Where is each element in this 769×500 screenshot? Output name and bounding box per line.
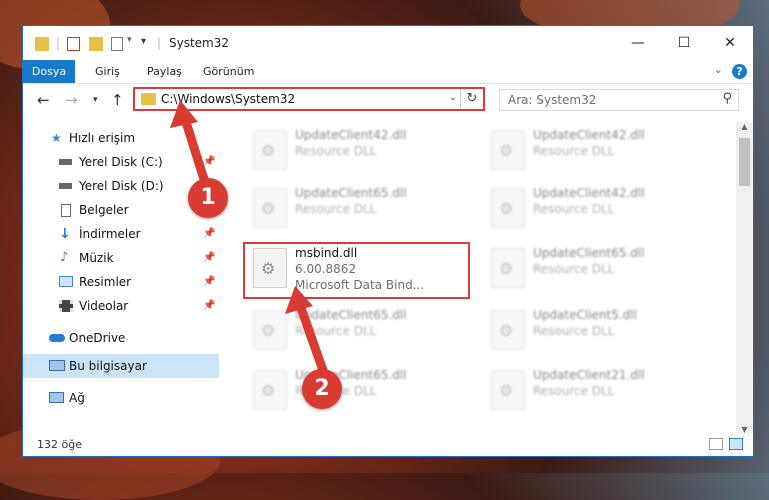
drive-icon xyxy=(59,159,72,165)
dll-file-icon xyxy=(491,370,525,410)
dll-file-icon xyxy=(253,130,287,170)
navigation-bar: ← → ▾ ↑ C:\Windows\System32 ⌄ ↻ Ara: Sys… xyxy=(23,84,753,120)
forward-button[interactable]: → xyxy=(65,91,78,109)
window-title: System32 xyxy=(169,36,230,50)
dll-file-icon xyxy=(491,310,525,350)
expand-ribbon-icon[interactable]: ⌄ xyxy=(714,63,723,76)
file-item[interactable]: UpdateClient65.dll Resource DLL xyxy=(485,244,715,294)
cloud-icon xyxy=(49,334,65,342)
explorer-window: | ▾ ▾ | System32 — ☐ ✕ Dosya Giriş Payla… xyxy=(22,25,754,457)
maximize-button[interactable]: ☐ xyxy=(661,26,707,60)
recent-locations-icon[interactable]: ▾ xyxy=(93,95,98,105)
quick-access-toolbar-dropdown-icon[interactable]: ▾ xyxy=(141,36,146,47)
up-button[interactable]: ↑ xyxy=(111,91,124,109)
pin-icon[interactable]: 📌 xyxy=(203,294,215,318)
sidebar-item-this-pc[interactable]: Bu bilgisayar xyxy=(23,354,219,378)
highlight-box xyxy=(243,242,470,299)
properties-icon[interactable] xyxy=(67,37,80,51)
file-item[interactable]: UpdateClient42.dll Resource DLL xyxy=(485,184,715,234)
network-icon xyxy=(49,392,64,403)
status-bar: 132 öğe xyxy=(23,434,753,456)
scroll-up-icon[interactable]: ▲ xyxy=(736,122,753,131)
pin-icon[interactable]: 📌 xyxy=(203,246,215,270)
music-icon: ♪ xyxy=(60,250,69,265)
file-item[interactable]: UpdateClient42.dll Resource DLL xyxy=(247,126,477,176)
vertical-scrollbar[interactable]: ▲ ▼ xyxy=(736,122,753,434)
pin-icon[interactable]: 📌 xyxy=(203,222,215,246)
tab-share[interactable]: Paylaş xyxy=(147,60,182,83)
ribbon: Dosya Giriş Paylaş Görünüm ⌄ ? xyxy=(23,60,753,84)
file-item[interactable]: UpdateClient21.dll Resource DLL xyxy=(485,366,715,416)
pictures-icon xyxy=(59,276,73,287)
tab-view[interactable]: Görünüm xyxy=(203,60,254,83)
close-button[interactable]: ✕ xyxy=(707,26,753,60)
dll-file-icon xyxy=(253,310,287,350)
sidebar-item-videos[interactable]: Videolar 📌 xyxy=(23,294,219,318)
tab-home[interactable]: Giriş xyxy=(95,60,120,83)
documents-icon xyxy=(61,204,71,217)
sidebar-item-pictures[interactable]: Resimler 📌 xyxy=(23,270,219,294)
pin-icon[interactable]: 📌 xyxy=(203,270,215,294)
tab-file[interactable]: Dosya xyxy=(23,60,75,83)
dll-file-icon xyxy=(491,130,525,170)
new-folder-icon[interactable] xyxy=(89,37,103,51)
dll-file-icon xyxy=(253,370,287,410)
sidebar-item-music[interactable]: ♪ Müzik 📌 xyxy=(23,246,219,270)
folder-icon xyxy=(141,93,156,105)
item-count: 132 öğe xyxy=(37,438,82,451)
chevron-down-icon[interactable]: ⌄ xyxy=(449,92,457,103)
sidebar-item-network[interactable]: Ağ xyxy=(23,386,219,410)
minimize-button[interactable]: — xyxy=(615,26,661,60)
large-icons-view-icon[interactable] xyxy=(729,438,743,450)
folder-icon[interactable] xyxy=(35,37,49,51)
file-item[interactable]: UpdateClient65.dll Resource DLL xyxy=(247,366,477,416)
scroll-down-icon[interactable]: ▼ xyxy=(736,425,753,434)
search-input[interactable]: Ara: System32 ⚲ xyxy=(499,89,739,111)
scroll-thumb[interactable] xyxy=(739,138,750,186)
sidebar-item-onedrive[interactable]: OneDrive xyxy=(23,326,219,350)
search-icon: ⚲ xyxy=(722,91,732,106)
separator: | xyxy=(157,36,162,50)
file-item[interactable]: UpdateClient65.dll Resource DLL xyxy=(247,306,477,356)
back-button[interactable]: ← xyxy=(37,91,50,109)
dll-file-icon xyxy=(253,188,287,228)
sidebar-item-downloads[interactable]: ↓ İndirmeler 📌 xyxy=(23,222,219,246)
videos-icon xyxy=(59,300,73,312)
chevron-down-icon[interactable]: ▾ xyxy=(127,35,132,45)
help-icon[interactable]: ? xyxy=(732,64,747,79)
dll-file-icon xyxy=(491,188,525,228)
search-placeholder: Ara: System32 xyxy=(508,93,597,107)
title-bar: | ▾ ▾ | System32 — ☐ ✕ xyxy=(23,26,753,60)
file-item[interactable]: UpdateClient42.dll Resource DLL xyxy=(485,126,715,176)
separator: | xyxy=(56,36,61,50)
step-badge-1: 1 xyxy=(188,178,228,218)
file-item[interactable]: UpdateClient65.dll Resource DLL xyxy=(247,184,477,234)
step-badge-2: 2 xyxy=(302,369,342,409)
details-view-icon[interactable] xyxy=(709,438,723,450)
file-item[interactable]: UpdateClient5.dll Resource DLL xyxy=(485,306,715,356)
drive-icon xyxy=(59,183,72,189)
refresh-button[interactable]: ↻ xyxy=(460,89,483,109)
dll-file-icon xyxy=(491,248,525,288)
star-icon: ★ xyxy=(51,131,62,145)
downloads-icon: ↓ xyxy=(59,226,71,242)
customize-icon[interactable] xyxy=(111,37,123,51)
computer-icon xyxy=(49,360,65,371)
